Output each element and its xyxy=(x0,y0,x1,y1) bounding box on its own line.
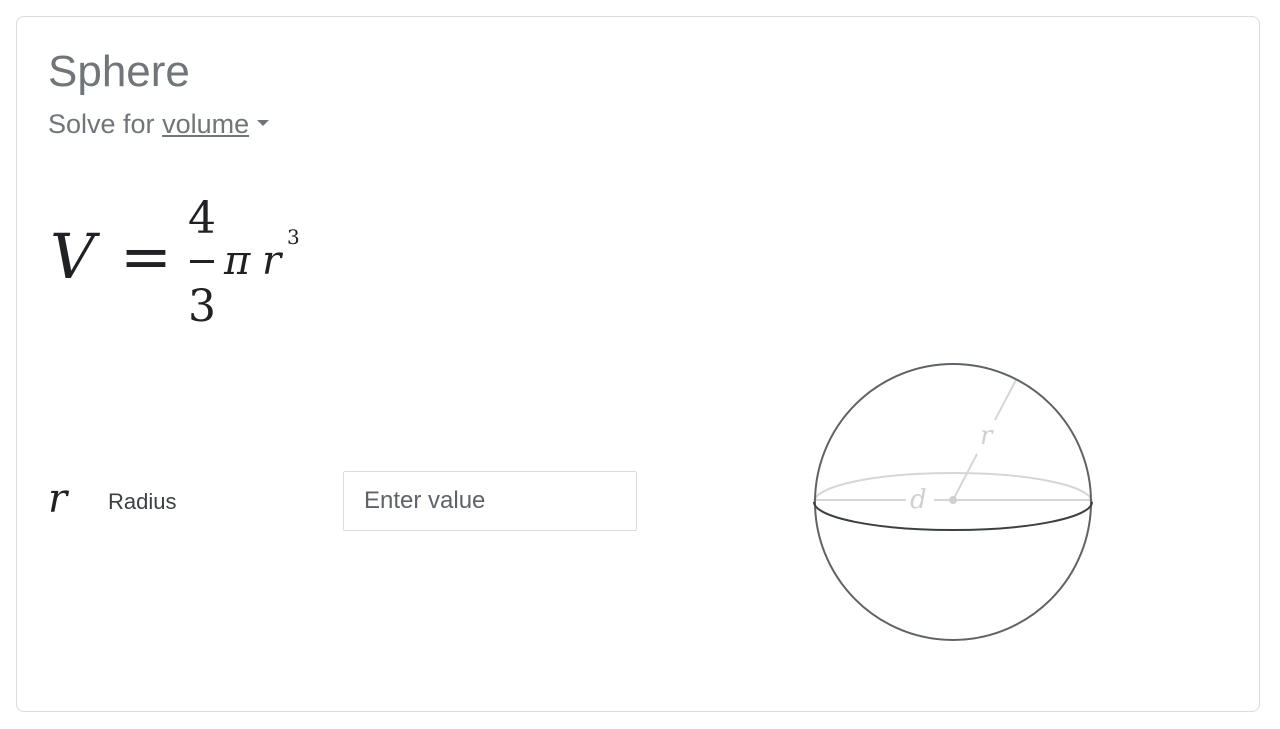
variable-symbol: r xyxy=(48,476,68,522)
radius-line-lower xyxy=(952,453,978,501)
center-point xyxy=(949,496,957,504)
equator-front xyxy=(813,501,1093,531)
diameter-label: d xyxy=(910,485,927,515)
solve-for-row: Solve for volume xyxy=(48,106,270,142)
formula-numerator: 4 xyxy=(188,193,216,244)
formula-lhs: V xyxy=(50,220,95,293)
solve-target-dropdown[interactable]: volume xyxy=(162,109,249,139)
formula-variable: r xyxy=(262,238,282,284)
fraction-bar xyxy=(190,260,214,263)
radius-input[interactable] xyxy=(343,471,637,531)
variable-label: Radius xyxy=(108,489,177,514)
formula-pi: π xyxy=(224,238,251,284)
formula-exponent: 3 xyxy=(287,225,300,249)
chevron-down-icon[interactable] xyxy=(257,119,270,126)
solve-for-label: Solve for xyxy=(48,109,155,139)
formula-denominator: 3 xyxy=(188,281,216,332)
radius-line-upper xyxy=(994,379,1017,421)
radius-label: r xyxy=(980,421,994,451)
shape-title: Sphere xyxy=(48,47,190,96)
sphere-diagram: r d xyxy=(813,363,1093,641)
formula-equals: = xyxy=(120,220,172,293)
